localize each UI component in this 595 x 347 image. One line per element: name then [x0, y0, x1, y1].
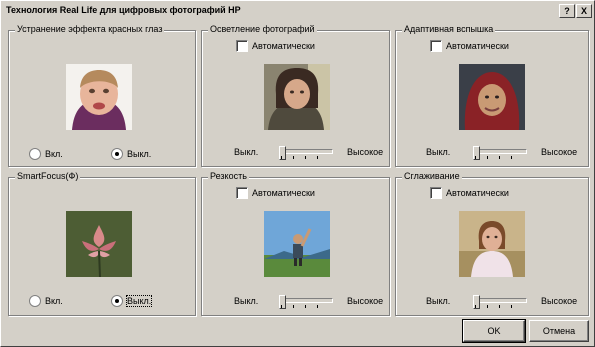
flash-title: Адаптивная вспышка	[402, 24, 496, 34]
flash-sample-photo	[459, 64, 525, 130]
redeye-on-label: Вкл.	[45, 149, 63, 159]
flash-slider[interactable]	[473, 146, 527, 160]
sharpness-title: Резкость	[208, 171, 249, 181]
slider-track	[279, 298, 333, 303]
lighting-auto-checkbox[interactable]: Автоматически	[236, 40, 315, 52]
sharpness-group: Резкость Автоматически Выкл. Высокое	[201, 171, 390, 316]
smartfocus-on-radio[interactable]: Вкл.	[29, 295, 63, 307]
redeye-off-radio[interactable]: Выкл.	[111, 148, 151, 160]
slider-track	[473, 298, 527, 303]
flash-low-label: Выкл.	[426, 147, 451, 157]
smoothing-high-label: Высокое	[541, 296, 578, 306]
redeye-sample-photo	[66, 64, 132, 130]
title-bar: Технология Real Life для цифровых фотогр…	[2, 2, 593, 19]
smoothing-auto-label: Автоматически	[446, 188, 509, 198]
lighting-slider[interactable]	[279, 146, 333, 160]
smoothing-auto-checkbox[interactable]: Автоматически	[430, 187, 509, 199]
radio-circle-icon	[29, 148, 41, 160]
window-title: Технология Real Life для цифровых фотогр…	[6, 5, 241, 15]
smartfocus-title: SmartFocus(Ф)	[15, 171, 81, 181]
radio-selected-icon	[111, 295, 123, 307]
redeye-off-label: Выкл.	[127, 149, 152, 159]
smoothing-low-label: Выкл.	[426, 296, 451, 306]
smartfocus-group: SmartFocus(Ф) Вкл. Выкл.	[8, 171, 196, 316]
smartfocus-on-label: Вкл.	[45, 296, 63, 306]
redeye-on-radio[interactable]: Вкл.	[29, 148, 63, 160]
lighting-title: Осветление фотографий	[208, 24, 317, 34]
cancel-button[interactable]: Отмена	[529, 320, 589, 342]
sharpness-sample-photo	[264, 211, 330, 277]
slider-ticks	[281, 156, 329, 159]
radio-selected-icon	[111, 148, 123, 160]
help-button[interactable]: ?	[559, 4, 575, 18]
sharpness-auto-label: Автоматически	[252, 188, 315, 198]
slider-ticks	[281, 305, 329, 308]
lighting-high-label: Высокое	[347, 147, 384, 157]
ok-button[interactable]: OK	[462, 319, 526, 343]
slider-ticks	[475, 156, 523, 159]
flash-auto-label: Автоматически	[446, 41, 509, 51]
smartfocus-off-label: Выкл.	[125, 295, 153, 307]
sharpness-high-label: Высокое	[347, 296, 384, 306]
close-button[interactable]: X	[576, 4, 592, 18]
slider-track	[279, 149, 333, 154]
lighting-auto-label: Автоматически	[252, 41, 315, 51]
smoothing-slider[interactable]	[473, 295, 527, 309]
smoothing-group: Сглаживание Автоматически Выкл. Высокое	[395, 171, 589, 316]
smoothing-title: Сглаживание	[402, 171, 462, 181]
checkbox-icon	[236, 40, 248, 52]
redeye-title: Устранение эффекта красных глаз	[15, 24, 165, 34]
checkbox-icon	[430, 187, 442, 199]
lighting-low-label: Выкл.	[234, 147, 259, 157]
slider-track	[473, 149, 527, 154]
flash-high-label: Высокое	[541, 147, 578, 157]
smartfocus-off-radio[interactable]: Выкл.	[111, 295, 153, 307]
lighting-sample-photo	[264, 64, 330, 130]
flash-group: Адаптивная вспышка Автоматически Выкл. В…	[395, 24, 589, 167]
sharpness-slider[interactable]	[279, 295, 333, 309]
checkbox-icon	[236, 187, 248, 199]
sharpness-auto-checkbox[interactable]: Автоматически	[236, 187, 315, 199]
dialog-window: Технология Real Life для цифровых фотогр…	[0, 0, 595, 347]
lighting-group: Осветление фотографий Автоматически Выкл…	[201, 24, 390, 167]
checkbox-icon	[430, 40, 442, 52]
flash-auto-checkbox[interactable]: Автоматически	[430, 40, 509, 52]
smoothing-sample-photo	[459, 211, 525, 277]
slider-ticks	[475, 305, 523, 308]
smartfocus-sample-photo	[66, 211, 132, 277]
radio-circle-icon	[29, 295, 41, 307]
sharpness-low-label: Выкл.	[234, 296, 259, 306]
redeye-group: Устранение эффекта красных глаз Вкл. Вык…	[8, 24, 196, 167]
